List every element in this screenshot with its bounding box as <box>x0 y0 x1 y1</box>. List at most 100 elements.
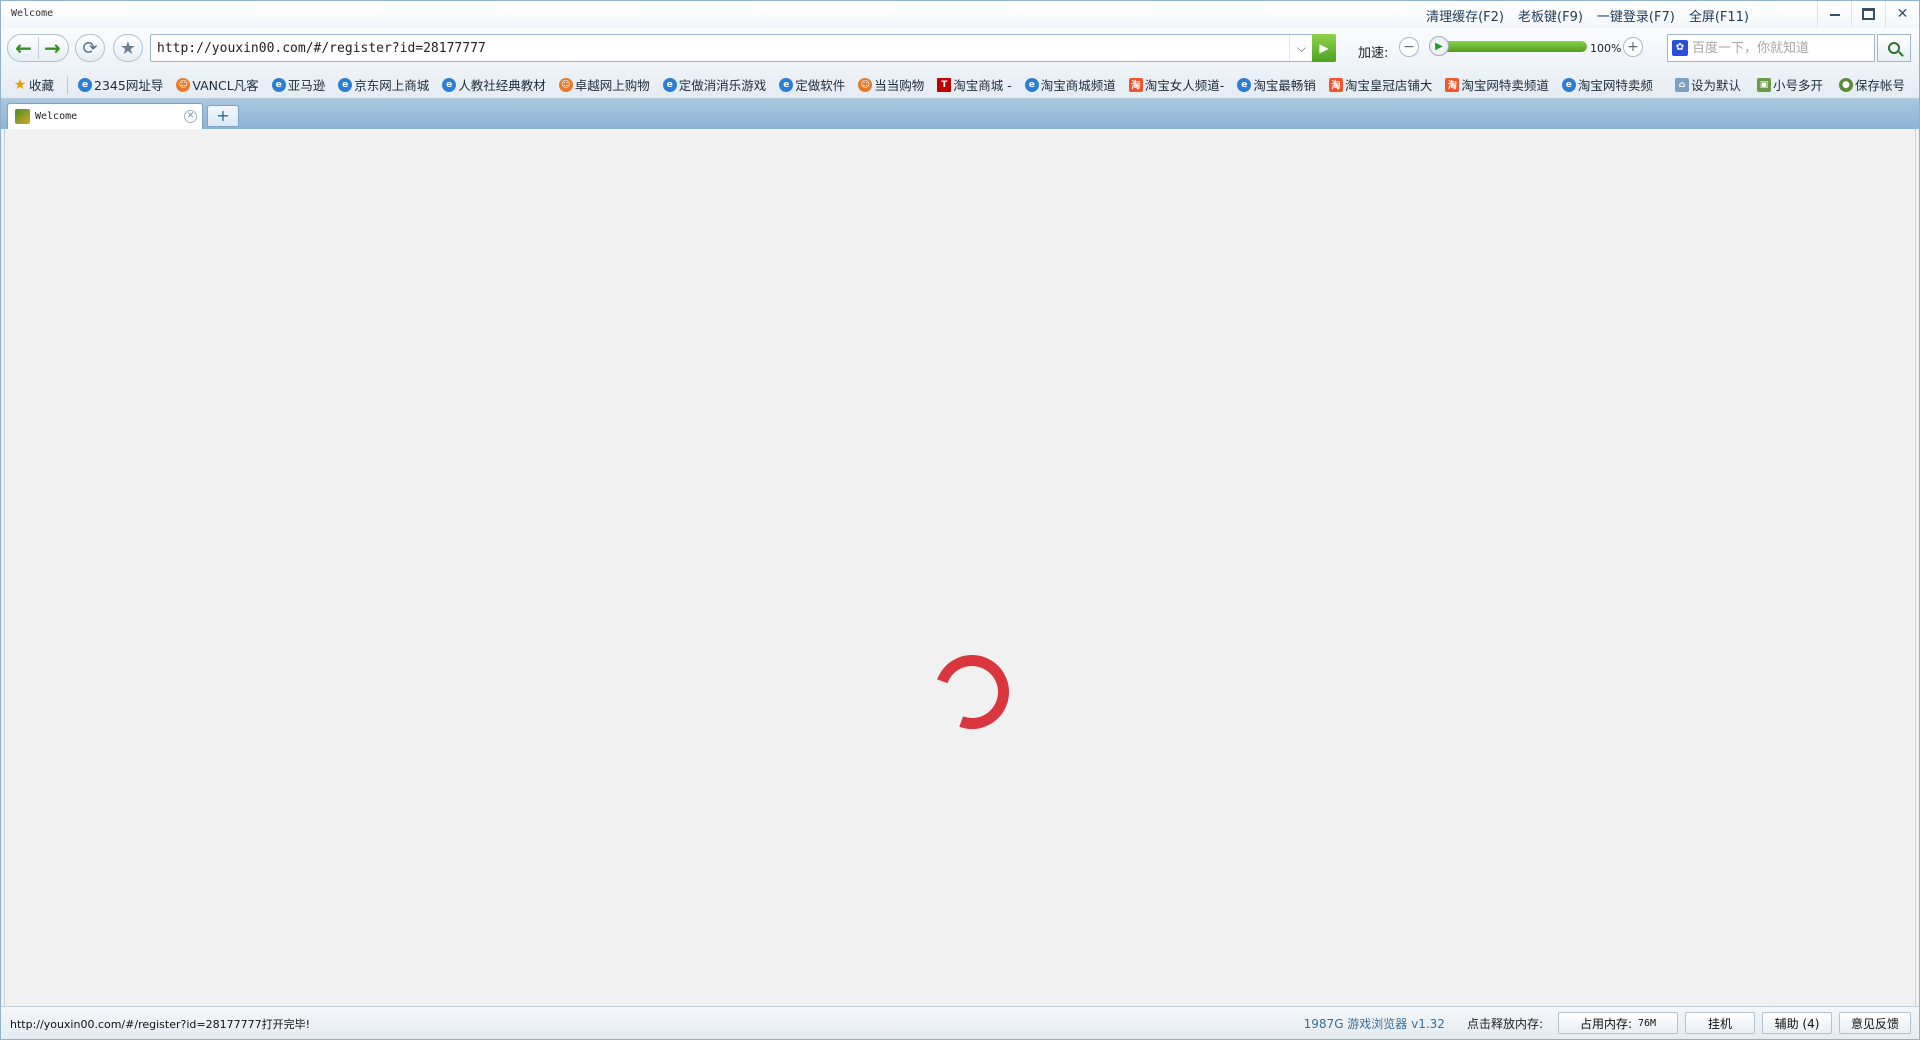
speed-slider-track[interactable] <box>1429 41 1587 52</box>
fullscreen-button[interactable]: 全屏(F11) <box>1689 6 1749 25</box>
bookmark-favorites[interactable]: ★ 收藏 <box>13 75 54 94</box>
face-icon: ☺ <box>176 77 191 92</box>
ie-icon: e <box>442 77 457 92</box>
memory-label: 占用内存: <box>1579 1016 1632 1031</box>
bookmark-label: 当当购物 <box>874 78 925 93</box>
home-icon: ⌂ <box>1674 77 1689 92</box>
title-bar: Welcome 清理缓存(F2) 老板键(F9) 一键登录(F7) 全屏(F11… <box>1 1 1919 28</box>
face-icon: ☺ <box>858 77 873 92</box>
bookmark-label: 亚马逊 <box>287 78 326 93</box>
page-content <box>4 129 1916 1006</box>
search-icon <box>1888 42 1900 54</box>
bookmark-label: 淘宝最畅销 <box>1253 78 1316 93</box>
tmall-icon: T <box>937 77 952 92</box>
search-button[interactable] <box>1877 34 1911 62</box>
tab-title: Welcome <box>35 111 78 122</box>
bookmark-label: 卓越网上购物 <box>574 78 650 93</box>
browser-window: Welcome 清理缓存(F2) 老板键(F9) 一键登录(F7) 全屏(F11… <box>0 0 1920 1040</box>
tab-close-icon[interactable]: ✕ <box>184 110 197 123</box>
bookmark-item[interactable]: e 人教社经典教材 <box>442 75 546 94</box>
bookmark-item[interactable]: e 淘宝最畅销 <box>1237 75 1316 94</box>
ie-icon: e <box>1024 77 1039 92</box>
window-controls: ✕ <box>1817 1 1919 27</box>
bookmark-item[interactable]: e 2345网址导 <box>78 75 163 94</box>
bookmark-item[interactable]: ☺ VANCL凡客 <box>176 75 259 94</box>
bookmark-item[interactable]: e 定做软件 <box>779 75 845 94</box>
taobao-icon: 淘 <box>1128 77 1143 92</box>
back-arrow-icon[interactable]: ← <box>10 35 38 61</box>
go-button[interactable]: ▶ <box>1312 34 1336 62</box>
speed-decrease-button[interactable]: − <box>1399 37 1419 57</box>
feedback-button[interactable]: 意见反馈 <box>1839 1012 1911 1034</box>
bookmarks-right: ⌂ 设为默认 ▣ 小号多开 ● 保存帐号 <box>1659 75 1905 94</box>
assist-button[interactable]: 辅助 (4) <box>1762 1012 1832 1034</box>
release-memory-button[interactable]: 占用内存: 76M <box>1558 1012 1678 1034</box>
bookmark-label: 2345网址导 <box>94 78 164 93</box>
url-input[interactable] <box>157 39 1277 57</box>
baidu-paw-icon[interactable]: ✿ <box>1672 40 1688 56</box>
bookmark-label: 淘宝商城 - <box>953 78 1012 93</box>
new-tab-button[interactable]: + <box>207 105 239 127</box>
bookmarks-left: ★ 收藏 e 2345网址导 ☺ VANCL凡客 e 亚马逊 e 京东网上商城 … <box>13 75 1666 94</box>
speed-label: 加速: <box>1358 46 1389 61</box>
ie-icon: e <box>1237 77 1252 92</box>
address-bar: ⌵ ▶ <box>150 34 1336 62</box>
ie-icon: e <box>1561 77 1576 92</box>
taobao-icon: 淘 <box>1445 77 1460 92</box>
taobao-icon: 淘 <box>1328 77 1343 92</box>
bookmarks-bar: ★ 收藏 e 2345网址导 ☺ VANCL凡客 e 亚马逊 e 京东网上商城 … <box>1 68 1919 99</box>
bookmark-item[interactable]: e 定做消消乐游戏 <box>662 75 766 94</box>
bookmark-item[interactable]: 淘 淘宝皇冠店铺大 <box>1328 75 1433 94</box>
speed-play-knob-icon[interactable]: ▶ <box>1429 36 1449 56</box>
bookmark-item[interactable]: ☺ 当当购物 <box>858 75 924 94</box>
bookmark-item[interactable]: 淘 淘宝女人频道- <box>1128 75 1224 94</box>
hang-button[interactable]: 挂机 <box>1685 1012 1755 1034</box>
clear-cache-button[interactable]: 清理缓存(F2) <box>1426 6 1504 25</box>
save-account-label: 保存帐号 <box>1854 78 1905 93</box>
ie-icon: e <box>338 77 353 92</box>
bookmark-item[interactable]: e 淘宝商城频道 <box>1024 75 1116 94</box>
loading-spinner-icon <box>922 642 1022 742</box>
forward-arrow-icon[interactable]: → <box>39 35 67 61</box>
speed-slider-fill <box>1429 41 1587 52</box>
boss-key-button[interactable]: 老板键(F9) <box>1518 6 1583 25</box>
status-bar: http://youxin00.com/#/register?id=281777… <box>1 1006 1919 1039</box>
bookmark-item[interactable]: e 淘宝网特卖频 <box>1561 75 1653 94</box>
navigation-bar: ← → ⟳ ★ ⌵ ▶ 加速: − ▶ 100% + ✿ <box>1 28 1919 68</box>
feedback-label: 意见反馈 <box>1850 1016 1899 1031</box>
divider <box>67 75 69 94</box>
minimize-button[interactable] <box>1817 1 1851 27</box>
ie-icon: e <box>662 77 677 92</box>
bookmark-item[interactable]: ☺ 卓越网上购物 <box>558 75 650 94</box>
tab-bar: Welcome ✕ + <box>1 99 1919 129</box>
user-icon: ● <box>1838 77 1853 92</box>
url-history-dropdown-icon[interactable]: ⌵ <box>1289 35 1313 61</box>
browser-version: 1987G 游戏浏览器 v1.32 <box>1303 1016 1445 1031</box>
set-default-button[interactable]: ⌂ 设为默认 <box>1674 75 1741 94</box>
bookmark-label: 淘宝皇冠店铺大 <box>1344 78 1433 93</box>
status-message: http://youxin00.com/#/register?id=281777… <box>10 1018 310 1031</box>
bookmark-item[interactable]: 淘 淘宝网特卖频道 <box>1445 75 1549 94</box>
speed-increase-button[interactable]: + <box>1623 37 1643 57</box>
bookmark-label: 淘宝网特卖频 <box>1577 78 1653 93</box>
bookmark-item[interactable]: e 京东网上商城 <box>338 75 429 94</box>
bookmark-label: VANCL凡客 <box>192 78 259 93</box>
bookmark-label: 定做软件 <box>795 78 846 93</box>
assist-label: 辅助 (4) <box>1774 1016 1820 1031</box>
one-click-login-button[interactable]: 一键登录(F7) <box>1597 6 1675 25</box>
bookmark-item[interactable]: e 亚马逊 <box>271 75 326 94</box>
hang-label: 挂机 <box>1707 1016 1732 1031</box>
bookmark-item[interactable]: T 淘宝商城 - <box>937 75 1012 94</box>
save-account-button[interactable]: ● 保存帐号 <box>1838 75 1905 94</box>
favorite-star-icon[interactable]: ★ <box>113 34 143 62</box>
tab-welcome[interactable]: Welcome ✕ <box>7 103 203 129</box>
search-input[interactable] <box>1692 39 1868 57</box>
multi-account-button[interactable]: ▣ 小号多开 <box>1756 75 1823 94</box>
bookmark-label: 淘宝商城频道 <box>1040 78 1116 93</box>
restore-button[interactable] <box>1851 1 1885 27</box>
close-window-button[interactable]: ✕ <box>1885 1 1919 27</box>
face-icon: ☺ <box>558 77 573 92</box>
ie-icon: e <box>271 77 286 92</box>
refresh-icon[interactable]: ⟳ <box>75 34 105 62</box>
search-box: ✿ <box>1667 34 1875 62</box>
